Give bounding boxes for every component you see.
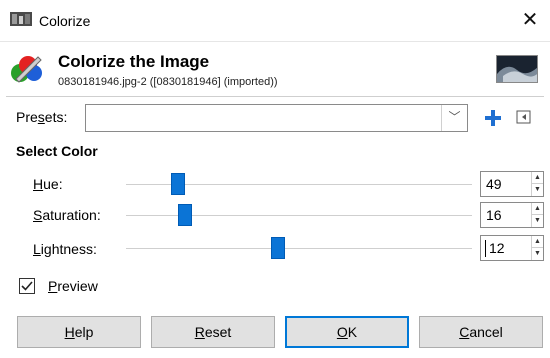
saturation-spinbox[interactable]: 16 ▲ ▼ (480, 202, 544, 228)
lightness-slider-handle[interactable] (271, 237, 286, 259)
lightness-label: Lightness: (33, 241, 97, 257)
gimp-window-icon (10, 12, 32, 26)
hue-label: Hue: (33, 176, 63, 192)
chevron-down-icon[interactable]: ﹀ (441, 105, 467, 131)
title-bar: Colorize ✕ (0, 0, 550, 42)
hue-value: 49 (486, 176, 502, 192)
saturation-decrement-icon[interactable]: ▼ (531, 215, 543, 227)
saturation-value: 16 (486, 207, 502, 223)
dialog-heading: Colorize the Image (58, 52, 210, 71)
lightness-slider-track[interactable] (126, 248, 472, 249)
lightness-increment-icon[interactable]: ▲ (531, 236, 543, 248)
saturation-slider-handle[interactable] (177, 204, 192, 226)
presets-label: Presets: (16, 109, 68, 125)
checkmark-icon (21, 281, 33, 291)
hue-spinbox[interactable]: 49 ▲ ▼ (480, 171, 544, 197)
text-cursor (485, 240, 486, 257)
preset-menu-icon[interactable] (516, 109, 532, 125)
close-icon[interactable]: ✕ (519, 8, 541, 32)
add-preset-icon[interactable] (484, 109, 502, 127)
reset-button[interactable]: Reset (151, 316, 275, 348)
select-color-heading: Select Color (16, 143, 98, 159)
lightness-decrement-icon[interactable]: ▼ (531, 248, 543, 260)
saturation-label: Saturation: (33, 207, 101, 223)
cancel-button[interactable]: Cancel (419, 316, 543, 348)
dialog-header: Colorize the Image 0830181946.jpg-2 ([08… (0, 43, 550, 95)
colorize-tool-icon (11, 56, 42, 83)
lightness-spinbox[interactable]: 12 ▲ ▼ (480, 235, 544, 261)
saturation-increment-icon[interactable]: ▲ (531, 203, 543, 215)
header-separator (6, 96, 544, 97)
hue-increment-icon[interactable]: ▲ (531, 172, 543, 184)
help-button[interactable]: Help (17, 316, 141, 348)
image-subtitle: 0830181946.jpg-2 ([0830181946] (imported… (58, 76, 278, 88)
window-title: Colorize (39, 13, 91, 29)
lightness-value: 12 (489, 240, 505, 256)
preview-label[interactable]: Preview (48, 278, 98, 294)
hue-slider-handle[interactable] (170, 173, 185, 195)
preview-checkbox[interactable] (19, 278, 35, 294)
hue-decrement-icon[interactable]: ▼ (531, 184, 543, 196)
presets-combo[interactable]: ﹀ (85, 104, 468, 132)
image-thumbnail (496, 55, 538, 83)
ok-button[interactable]: OK (285, 316, 409, 348)
